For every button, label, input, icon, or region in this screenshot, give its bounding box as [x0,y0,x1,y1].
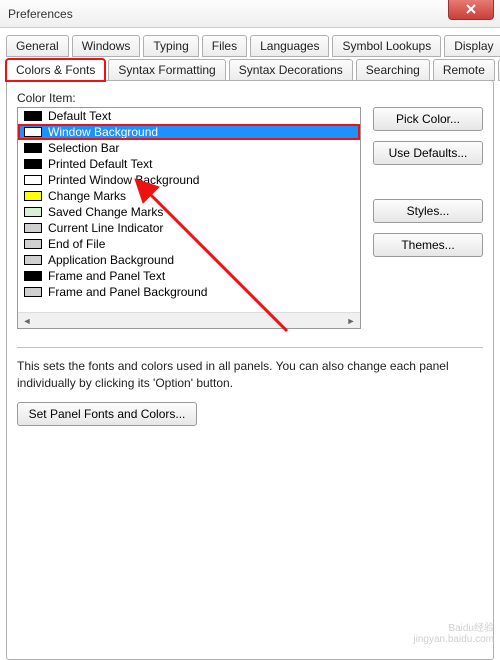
list-item-label: Current Line Indicator [48,221,163,235]
color-swatch [24,239,42,249]
separator [17,347,483,348]
tab-syntax-formatting[interactable]: Syntax Formatting [108,59,225,81]
tab-remote[interactable]: Remote [433,59,495,81]
list-item[interactable]: Application Background [18,252,360,268]
list-item[interactable]: Saved Change Marks [18,204,360,220]
list-item[interactable]: Change Marks [18,188,360,204]
list-item[interactable]: Selection Bar [18,140,360,156]
tab-windows[interactable]: Windows [72,35,141,57]
tab-typing[interactable]: Typing [143,35,198,57]
color-item-label: Color Item: [17,91,361,105]
list-item[interactable]: Default Text [18,108,360,124]
list-item[interactable]: End of File [18,236,360,252]
color-swatch [24,143,42,153]
list-item-label: Application Background [48,253,174,267]
tab-general[interactable]: General [6,35,69,57]
list-item-label: Frame and Panel Text [48,269,165,283]
tab-colors-fonts[interactable]: Colors & Fonts [6,59,105,81]
list-item[interactable]: Frame and Panel Background [18,284,360,300]
list-item-label: Change Marks [48,189,126,203]
titlebar: Preferences [0,0,500,28]
list-item-label: Printed Window Background [48,173,199,187]
list-item[interactable]: Printed Window Background [18,172,360,188]
window-title: Preferences [8,7,73,21]
tab-symbol-lookups[interactable]: Symbol Lookups [332,35,441,57]
tab-searching[interactable]: Searching [356,59,430,81]
description-text: This sets the fonts and colors used in a… [17,358,483,392]
list-item-label: Frame and Panel Background [48,285,207,299]
list-item[interactable]: Window Background [18,124,360,140]
tab-page-colors-fonts: Color Item: Default Text Window Backgroun… [6,80,494,660]
list-item-label: Printed Default Text [48,157,153,171]
horizontal-scrollbar[interactable]: ◄ ► [18,312,360,328]
styles-button[interactable]: Styles... [373,199,483,223]
color-swatch [24,159,42,169]
set-panel-fonts-colors-button[interactable]: Set Panel Fonts and Colors... [17,402,197,426]
use-defaults-button[interactable]: Use Defaults... [373,141,483,165]
color-swatch [24,255,42,265]
color-swatch [24,271,42,281]
color-item-listbox[interactable]: Default Text Window Background Selection B… [17,107,361,329]
color-swatch [24,287,42,297]
list-item-label: End of File [48,237,105,251]
scroll-right-icon[interactable]: ► [344,314,358,328]
list-item-label: Default Text [48,109,111,123]
color-swatch [24,223,42,233]
list-item[interactable]: Frame and Panel Text [18,268,360,284]
tab-display[interactable]: Display [444,35,500,57]
tab-languages[interactable]: Languages [250,35,329,57]
tabs-container: GeneralWindowsTypingFilesLanguagesSymbol… [0,28,500,80]
tab-row-2: Colors & FontsSyntax FormattingSyntax De… [6,58,494,80]
themes-button[interactable]: Themes... [373,233,483,257]
list-item[interactable]: Current Line Indicator [18,220,360,236]
scroll-left-icon[interactable]: ◄ [20,314,34,328]
tab-syntax-decorations[interactable]: Syntax Decorations [229,59,353,81]
pick-color-button[interactable]: Pick Color... [373,107,483,131]
tab-files[interactable]: Files [202,35,247,57]
list-item[interactable]: Printed Default Text [18,156,360,172]
list-item-label: Selection Bar [48,141,119,155]
color-swatch [24,175,42,185]
close-button[interactable] [448,0,494,20]
color-swatch [24,127,42,137]
color-swatch [24,207,42,217]
close-icon [466,4,476,14]
list-item-label: Window Background [48,125,158,139]
color-swatch [24,191,42,201]
color-swatch [24,111,42,121]
list-item-label: Saved Change Marks [48,205,163,219]
tab-row-1: GeneralWindowsTypingFilesLanguagesSymbol… [6,34,494,56]
